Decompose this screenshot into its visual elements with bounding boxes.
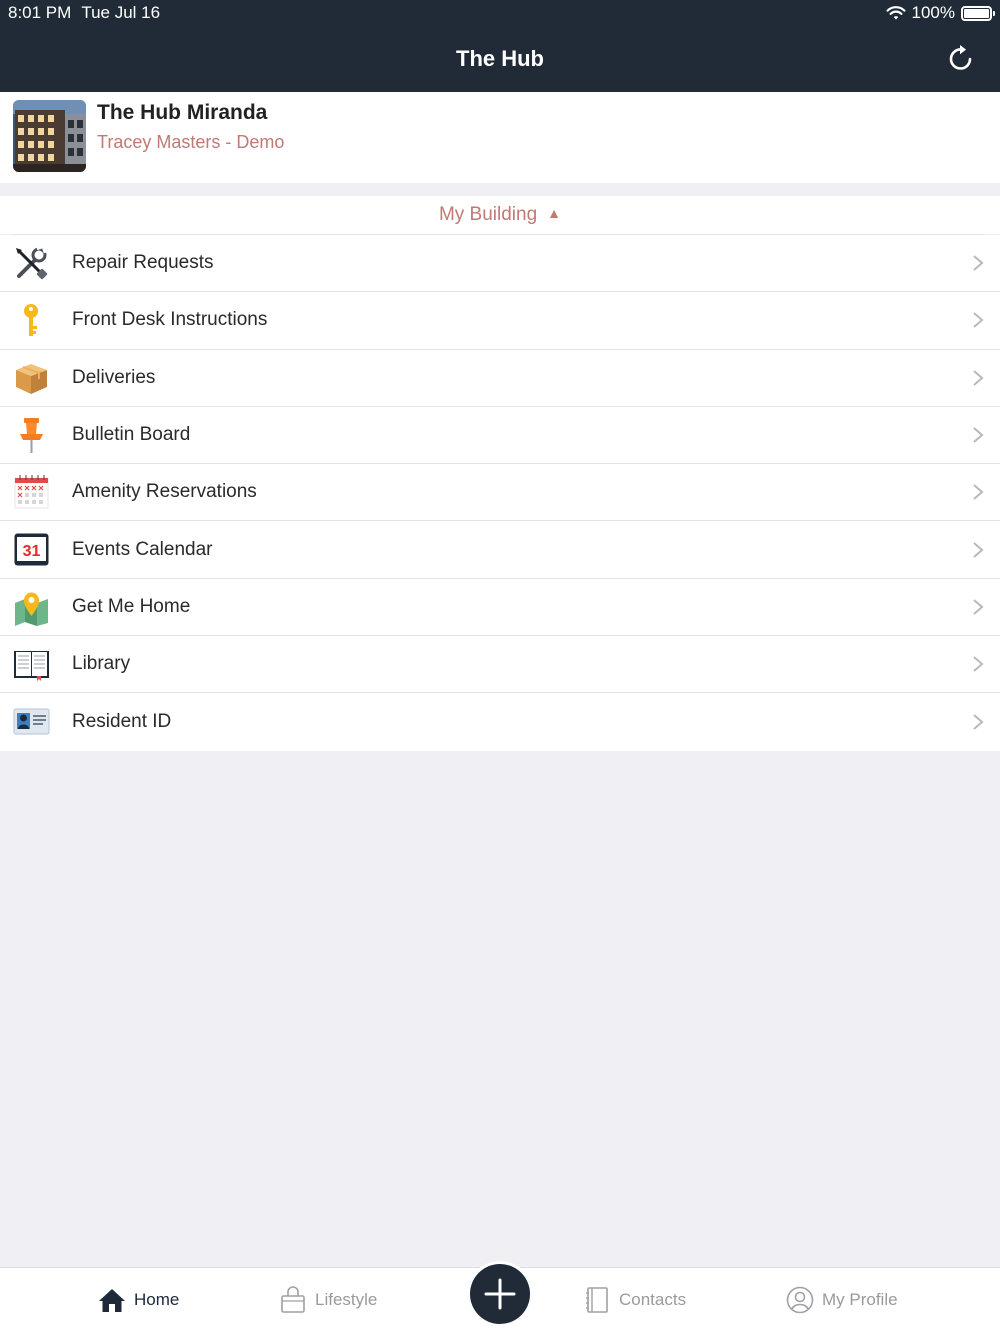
chevron-right-icon	[973, 255, 984, 271]
menu-item-events-calendar[interactable]: 31 Events Calendar	[0, 521, 1000, 579]
chevron-right-icon	[973, 656, 984, 672]
chevron-right-icon	[973, 427, 984, 443]
key-icon	[24, 304, 38, 337]
tab-home[interactable]: Home	[98, 1286, 179, 1314]
chevron-right-icon	[973, 714, 984, 730]
pushpin-icon	[20, 417, 43, 453]
tab-label: Contacts	[619, 1290, 687, 1309]
package-icon	[16, 363, 47, 394]
chevron-right-icon	[973, 312, 984, 329]
chevron-right-icon	[973, 369, 984, 386]
battery-icon	[961, 5, 995, 21]
menu-item-amenity-reservations[interactable]: Amenity Reservations	[0, 464, 1000, 522]
wifi-icon	[886, 6, 906, 20]
menu-item-label: Events Calendar	[72, 538, 213, 560]
top-navigation-bar: 8:01 PM Tue Jul 16 100% The Hub	[0, 0, 1000, 92]
status-bar-right: 100%	[886, 3, 995, 23]
status-date: Tue Jul 16	[81, 3, 161, 22]
tab-contacts[interactable]: Contacts	[583, 1286, 686, 1314]
plus-icon	[484, 1278, 516, 1310]
menu-item-bulletin-board[interactable]: Bulletin Board	[0, 407, 1000, 465]
calendar-31-icon: 31	[14, 533, 49, 566]
chevron-right-icon	[973, 541, 984, 558]
building-thumbnail	[13, 100, 86, 172]
resident-name: Tracey Masters - Demo	[97, 132, 285, 152]
tab-label: Home	[134, 1290, 180, 1309]
menu-item-get-me-home[interactable]: Get Me Home	[0, 579, 1000, 637]
section-title: My Building	[438, 204, 538, 225]
add-button[interactable]	[470, 1264, 530, 1324]
menu-item-repair-requests[interactable]: Repair Requests	[0, 235, 1000, 293]
menu-item-label: Resident ID	[72, 711, 172, 733]
menu-item-label: Deliveries	[72, 366, 156, 388]
calendar-day-number: 31	[23, 543, 41, 560]
chevron-right-icon	[973, 599, 984, 615]
menu-item-label: Get Me Home	[72, 595, 191, 617]
menu-item-deliveries[interactable]: Deliveries	[0, 350, 1000, 407]
id-card-icon	[13, 708, 50, 735]
menu-item-label: Bulletin Board	[72, 424, 191, 446]
page-title: The Hub	[456, 46, 544, 71]
home-icon	[99, 1289, 125, 1312]
battery-percent: 100%	[911, 3, 955, 22]
building-menu-list: Repair Requests Front Desk Instructions …	[0, 235, 1000, 751]
tab-label: Lifestyle	[315, 1290, 378, 1309]
chevron-right-icon	[973, 484, 984, 501]
collapse-caret-icon: ▲	[547, 205, 562, 221]
tab-lifestyle[interactable]: Lifestyle	[279, 1286, 377, 1314]
book-icon	[14, 651, 49, 682]
tab-label: My Profile	[822, 1290, 898, 1309]
menu-item-front-desk-instructions[interactable]: Front Desk Instructions	[0, 292, 1000, 350]
tab-my-profile[interactable]: My Profile	[786, 1286, 898, 1314]
building-card[interactable]: The Hub Miranda Tracey Masters - Demo	[0, 92, 1000, 183]
menu-item-label: Amenity Reservations	[72, 481, 257, 503]
status-bar-left: 8:01 PM Tue Jul 16	[8, 3, 160, 23]
my-building-section-header[interactable]: My Building ▲	[0, 196, 1000, 234]
calendar-grid-icon	[14, 475, 49, 509]
menu-item-resident-id[interactable]: Resident ID	[0, 693, 1000, 750]
tools-icon	[16, 245, 48, 280]
user-circle-icon	[786, 1286, 814, 1314]
map-pin-icon	[15, 592, 48, 626]
menu-item-label: Front Desk Instructions	[72, 309, 268, 331]
status-time: 8:01 PM	[8, 3, 72, 22]
contacts-book-icon	[586, 1287, 608, 1313]
refresh-icon[interactable]	[946, 44, 976, 74]
bag-icon	[281, 1286, 305, 1313]
menu-item-library[interactable]: Library	[0, 636, 1000, 694]
menu-item-label: Repair Requests	[72, 252, 214, 274]
menu-item-label: Library	[72, 653, 131, 675]
building-name: The Hub Miranda	[97, 101, 268, 124]
